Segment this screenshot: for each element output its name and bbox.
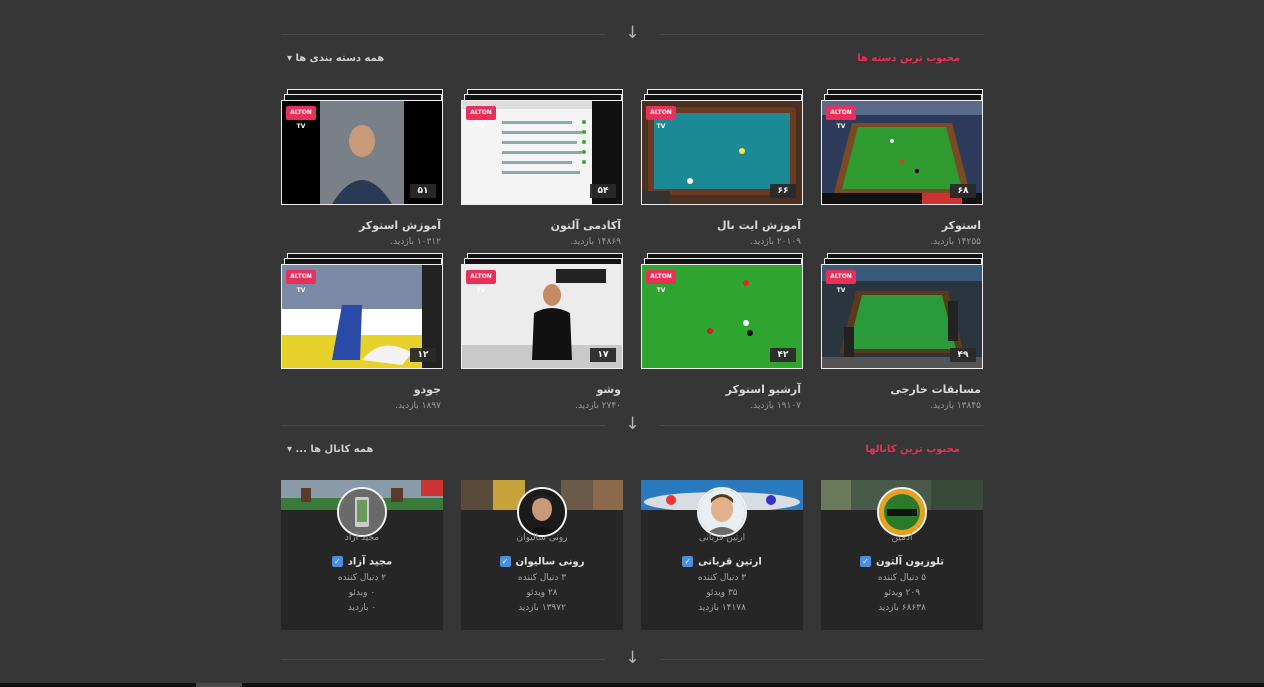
channel-card[interactable]: ارتین قربانی ارتین قربانی ✓ ۳ دنبال کننده… [641,480,803,630]
all-categories-link[interactable]: همه دسته بندی ها ▾ [287,53,384,64]
category-name[interactable]: وشو [596,383,621,396]
channel-followers: ۳ دنبال کننده [697,573,747,583]
channel-followers: ۵ دنبال کننده [877,573,927,583]
all-channels-link[interactable]: همه کانال ها ... ▾ [287,444,374,455]
video-count-badge: ۶۶ [770,184,796,198]
category-views: ۱۰۳۱۲ بازدید. [390,237,441,247]
channel-views: ۰ بازدید [347,603,377,613]
channel-card[interactable]: ادمین تلوزیون آلتون ✓ ۵ دنبال کننده ۲۰۹ و… [821,480,983,630]
channel-videos: ۳۵ ویدئو [706,588,738,598]
video-count-badge: ۴۲ [770,348,796,362]
alton-tv-logo: ALTON TV [826,270,856,294]
channel-username[interactable]: ارتین قربانی [641,533,803,543]
channel-name-row[interactable]: ارتین قربانی ✓ [641,556,803,568]
channel-name[interactable]: تلوزیون آلتون [876,557,944,568]
category-name[interactable]: اسنوکر [942,219,981,232]
category-name[interactable]: جودو [414,383,441,396]
video-count-badge: ۵۱ [410,184,436,198]
alton-tv-logo: ALTON TV [646,106,676,130]
category-thumbnail[interactable]: ALTON TV ۱۷ [461,253,623,369]
category-views: ۲۷۴۰ بازدید. [575,401,621,411]
channel-followers: ۲ دنبال کننده [337,573,387,583]
channel-videos: ۲۰۹ ویدئو [883,588,921,598]
verified-check-icon: ✓ [499,556,511,567]
channel-username[interactable]: رونی سالیوان [461,533,623,543]
category-views: ۲۰۱۰۹ بازدید. [750,237,801,247]
channel-views: ۱۴۱۷۸ بازدید [698,603,746,613]
video-count-badge: ۴۹ [950,348,976,362]
channel-name-row[interactable]: رونی سالیوان ✓ [461,556,623,568]
video-count-badge: ۶۸ [950,184,976,198]
alton-tv-logo: ALTON TV [286,270,316,294]
category-thumbnail[interactable]: ALTON TV ۵۱ [281,89,443,205]
alton-tv-logo: ALTON TV [286,106,316,130]
channels-header: محبوب ترین کانالها همه کانال ها ... ▾ [281,444,984,460]
top-divider: ↓ [281,25,984,42]
channel-views: ۶۸۶۳۸ بازدید [878,603,926,613]
category-card[interactable]: ALTON TV ۵۱ آموزش اسنوکر ۱۰۳۱۲ بازدید. [281,89,443,249]
category-thumbnail[interactable]: ALTON TV ۱۲ [281,253,443,369]
middle-divider: ↓ [281,416,984,433]
categories-title: محبوب ترین دسته ها [857,53,960,64]
video-count-badge: ۵۴ [590,184,616,198]
category-name[interactable]: آکادمی آلتون [551,219,621,232]
category-views: ۱۴۸۶۹ بازدید. [570,237,621,247]
category-name[interactable]: آموزش ایت بال [717,219,801,232]
bottom-bar [0,683,1264,687]
channel-avatar[interactable] [877,487,927,537]
category-thumbnail[interactable]: ALTON TV ۵۴ [461,89,623,205]
channel-name[interactable]: مجید آزاد [348,557,392,568]
arrow-down-icon[interactable]: ↓ [625,650,639,667]
category-card[interactable]: ALTON TV ۶۶ آموزش ایت بال ۲۰۱۰۹ بازدید. [641,89,803,249]
verified-check-icon: ✓ [682,556,694,567]
channel-avatar[interactable] [697,487,747,537]
category-card[interactable]: ALTON TV ۴۹ مسابقات خارجی ۱۳۸۴۵ بازدید. [821,253,983,413]
video-count-badge: ۱۲ [410,348,436,362]
category-card[interactable]: ALTON TV ۱۲ جودو ۱۸۹۷ بازدید. [281,253,443,413]
category-thumbnail[interactable]: ALTON TV ۴۲ [641,253,803,369]
channel-avatar[interactable] [337,487,387,537]
category-card[interactable]: ALTON TV ۶۸ اسنوکر ۱۴۲۵۵ بازدید. [821,89,983,249]
bottom-tab[interactable] [196,683,242,687]
video-count-badge: ۱۷ [590,348,616,362]
category-views: ۱۸۹۷ بازدید. [395,401,441,411]
channel-views: ۱۳۹۷۲ بازدید [518,603,566,613]
arrow-down-icon[interactable]: ↓ [625,25,639,42]
verified-check-icon: ✓ [860,556,871,567]
category-thumbnail[interactable]: ALTON TV ۶۶ [641,89,803,205]
channel-name[interactable]: ارتین قربانی [698,557,762,568]
channel-name[interactable]: رونی سالیوان [516,557,585,568]
alton-tv-logo: ALTON TV [646,270,676,294]
category-views: ۱۴۲۵۵ بازدید. [930,237,981,247]
category-name[interactable]: مسابقات خارجی [890,383,981,396]
channel-videos: ۰ ویدئو [348,588,376,598]
category-name[interactable]: آموزش اسنوکر [359,219,441,232]
verified-check-icon: ✓ [331,556,343,567]
channel-card[interactable]: مجید آزاد مجید آزاد ✓ ۲ دنبال کننده ۰ وید… [281,480,443,630]
category-views: ۱۹۱۰۷ بازدید. [750,401,801,411]
channel-name-row[interactable]: مجید آزاد ✓ [281,556,443,568]
arrow-down-icon[interactable]: ↓ [625,416,639,433]
channel-avatar[interactable] [517,487,567,537]
category-card[interactable]: ALTON TV ۱۷ وشو ۲۷۴۰ بازدید. [461,253,623,413]
alton-tv-logo: ALTON TV [826,106,856,130]
bottom-divider: ↓ [281,650,984,667]
channel-card[interactable]: رونی سالیوان رونی سالیوان ✓ ۳ دنبال کننده… [461,480,623,630]
channel-followers: ۳ دنبال کننده [517,573,567,583]
channels-title: محبوب ترین کانالها [865,444,960,455]
alton-tv-logo: ALTON TV [466,106,496,130]
category-thumbnail[interactable]: ALTON TV ۴۹ [821,253,983,369]
category-views: ۱۳۸۴۵ بازدید. [930,401,981,411]
category-name[interactable]: آرشیو اسنوکر [726,383,801,396]
channel-username[interactable]: مجید آزاد [281,533,443,543]
category-card[interactable]: ALTON TV ۴۲ آرشیو اسنوکر ۱۹۱۰۷ بازدید. [641,253,803,413]
channel-username[interactable]: ادمین [821,533,983,543]
channel-name-row[interactable]: تلوزیون آلتون ✓ [821,556,983,568]
channel-videos: ۲۸ ویدئو [526,588,558,598]
categories-header: محبوب ترین دسته ها همه دسته بندی ها ▾ [281,53,984,69]
alton-tv-logo: ALTON TV [466,270,496,294]
category-card[interactable]: ALTON TV ۵۴ آکادمی آلتون ۱۴۸۶۹ بازدید. [461,89,623,249]
category-thumbnail[interactable]: ALTON TV ۶۸ [821,89,983,205]
